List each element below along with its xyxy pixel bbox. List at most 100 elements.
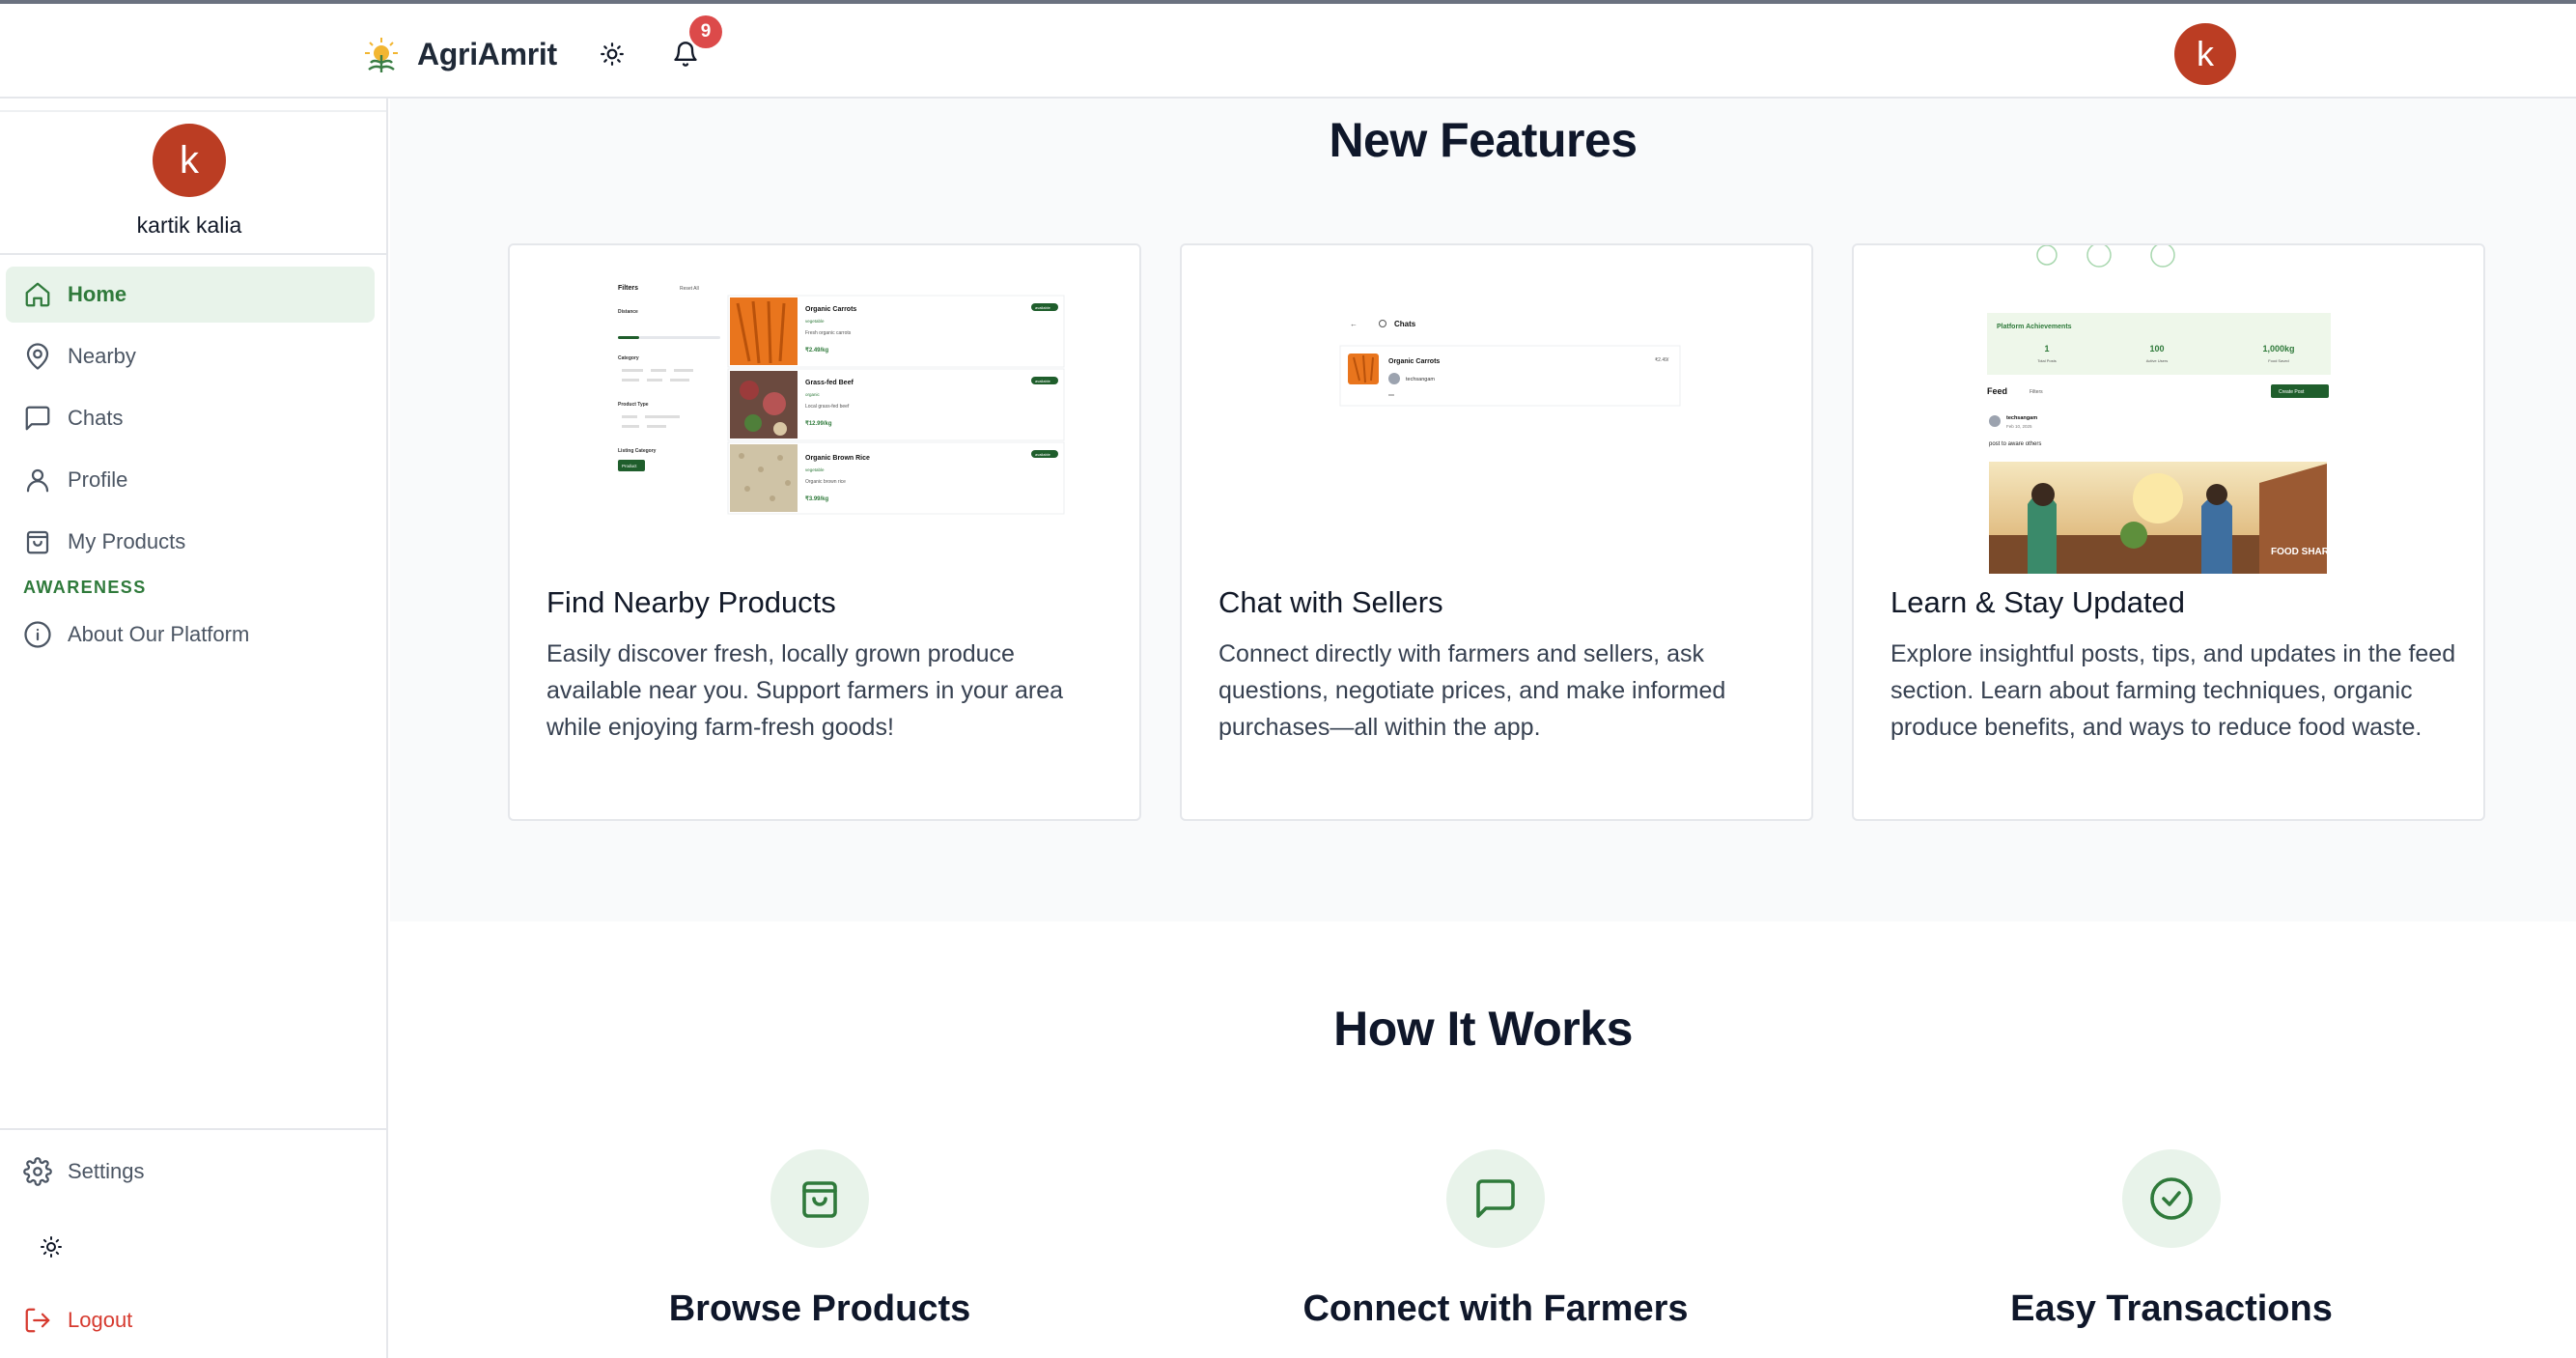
logout-button[interactable]: Logout — [6, 1292, 375, 1348]
chat-preview: ← Chats Organic Carrots techsangam ₹2.49… — [1182, 245, 1811, 574]
preview-product-badge: available — [1035, 305, 1051, 310]
info-icon — [24, 621, 51, 648]
preview-product-name: Grass-fed Beef — [805, 380, 854, 386]
preview-product-desc: Local grass-fed beef — [805, 404, 850, 410]
sidebar-section-heading: AWARENESS — [23, 578, 147, 597]
feature-card-title: Learn & Stay Updated — [1890, 585, 2186, 619]
preview-product-badge: available — [1035, 379, 1051, 383]
brand-logo-icon — [365, 38, 398, 72]
feature-card-chat: ← Chats Organic Carrots techsangam ₹2.49… — [1180, 243, 1813, 821]
top-navigation-bar: AgriAmrit 9 k — [0, 0, 2576, 99]
svg-text:←: ← — [1350, 320, 1358, 328]
sidebar-item-label: Nearby — [68, 344, 136, 368]
feature-card-title: Chat with Sellers — [1218, 585, 1443, 619]
section-title: New Features — [1329, 113, 1638, 167]
preview-distance-label: Distance — [618, 309, 638, 315]
sidebar-item-label: About Our Platform — [68, 622, 250, 646]
preview-product-desc: Organic brown rice — [805, 479, 846, 485]
step-icon-container — [770, 1149, 869, 1248]
feature-card-description: Connect directly with farmers and seller… — [1218, 640, 1726, 741]
sidebar-item-profile[interactable]: Profile — [6, 452, 375, 508]
home-icon — [25, 282, 50, 307]
preview-stat-value: 1 — [2044, 344, 2049, 354]
sun-icon — [41, 1236, 62, 1258]
preview-product-row: Organic Brown Rice vegetable Organic bro… — [727, 441, 1065, 515]
preview-stat-label: Active Users — [2146, 358, 2168, 363]
map-pin-icon — [26, 343, 49, 370]
preview-stat-value: 1,000kg — [2262, 344, 2294, 354]
preview-post-text: post to aware others — [1989, 441, 2041, 447]
sidebar-item-chats[interactable]: Chats — [6, 390, 375, 446]
preview-create-post: Create Post — [2279, 389, 2305, 395]
preview-product-price: ₹2.49/kg — [805, 347, 828, 354]
user-icon — [26, 468, 49, 493]
sidebar-divider — [0, 1128, 386, 1130]
chat-icon — [25, 406, 50, 431]
sidebar-theme-toggle[interactable] — [35, 1231, 68, 1263]
preview-product-tag: vegetable — [805, 467, 825, 472]
sidebar-item-label: Home — [68, 282, 127, 306]
user-avatar-button[interactable]: k — [2174, 23, 2236, 85]
sidebar-item-label: Profile — [68, 467, 128, 492]
preview-product-price: ₹3.99/kg — [805, 495, 828, 502]
nearby-products-preview: Filters Reset All Distance Category Prod… — [510, 245, 1139, 574]
feed-preview: Platform Achievements 1 Total Posts 100 … — [1854, 245, 2483, 574]
feature-card-nearby: Filters Reset All Distance Category Prod… — [508, 243, 1141, 821]
sidebar-item-label: My Products — [68, 529, 186, 553]
feature-card-learn: Platform Achievements 1 Total Posts 100 … — [1852, 243, 2485, 821]
preview-chat-price: ₹2.49/ — [1655, 357, 1669, 363]
shopping-bag-icon — [802, 1181, 837, 1218]
preview-stat-label: Food Saved — [2268, 358, 2289, 363]
step-icon-container — [1446, 1149, 1545, 1248]
preview-feed-label: Feed — [1987, 386, 2007, 396]
feature-card-description: Easily discover fresh, locally grown pro… — [546, 640, 1064, 741]
logout-label: Logout — [68, 1308, 133, 1332]
new-features-section: New Features Filters Reset All Distance … — [390, 99, 2576, 921]
preview-image-caption: FOOD SHARE — [2271, 547, 2336, 557]
preview-product-desc: Fresh organic carrots — [805, 330, 852, 336]
preview-product-price: ₹12.99/kg — [805, 420, 832, 427]
theme-toggle-button[interactable] — [595, 37, 630, 71]
notification-count-badge: 9 — [689, 15, 722, 48]
sidebar: k kartik kalia Home Nearby Chats Profile… — [0, 99, 388, 1358]
feature-card-description: Explore insightful posts, tips, and upda… — [1890, 640, 2456, 741]
sidebar-item-settings[interactable]: Settings — [6, 1144, 375, 1200]
preview-product-badge: available — [1035, 452, 1051, 457]
preview-chat-product: Organic Carrots — [1388, 358, 1440, 365]
sidebar-item-nearby[interactable]: Nearby — [6, 328, 375, 384]
preview-product-row: Grass-fed Beef organic Local grass-fed b… — [727, 368, 1065, 441]
preview-stat-value: 100 — [2149, 344, 2164, 354]
sidebar-username: kartik kalia — [136, 212, 242, 238]
sidebar-item-home[interactable]: Home — [6, 267, 375, 323]
step-icon-container — [2122, 1149, 2221, 1248]
preview-listing-button: Product — [622, 464, 637, 468]
preview-product-name: Organic Brown Rice — [805, 455, 870, 462]
sidebar-item-label: Chats — [68, 406, 124, 430]
logout-icon — [25, 1308, 50, 1333]
sidebar-avatar: k — [153, 124, 226, 197]
feature-card-title: Find Nearby Products — [546, 585, 836, 619]
sidebar-item-about-platform[interactable]: About Our Platform — [6, 607, 375, 663]
preview-product-name: Organic Carrots — [805, 306, 856, 313]
brand-name: AgriAmrit — [417, 36, 557, 71]
preview-product-type-label: Product Type — [618, 402, 649, 408]
brand[interactable]: AgriAmrit — [361, 29, 557, 79]
preview-chat-seller: techsangam — [1406, 377, 1435, 382]
preview-post-date: Feb 10, 2025 — [2006, 424, 2032, 429]
preview-product-tag: vegetable — [805, 319, 825, 324]
main-content: New Features Filters Reset All Distance … — [390, 99, 2576, 1358]
shopping-bag-icon — [26, 530, 49, 554]
preview-chats-header: Chats — [1394, 320, 1416, 328]
step-title: Connect with Farmers — [1302, 1288, 1689, 1329]
preview-product-tag: organic — [805, 392, 821, 397]
section-title: How It Works — [1333, 1002, 1633, 1056]
step-title: Easy Transactions — [2010, 1288, 2333, 1329]
preview-stat-label: Total Posts — [2037, 358, 2057, 363]
sidebar-item-my-products[interactable]: My Products — [6, 514, 375, 570]
chat-icon — [1476, 1179, 1515, 1218]
sidebar-divider — [0, 110, 386, 112]
sidebar-item-label: Settings — [68, 1159, 145, 1183]
preview-achievements-title: Platform Achievements — [1997, 324, 2072, 330]
preview-filters-label: Filters — [2030, 389, 2043, 395]
step-title: Browse Products — [668, 1288, 971, 1329]
